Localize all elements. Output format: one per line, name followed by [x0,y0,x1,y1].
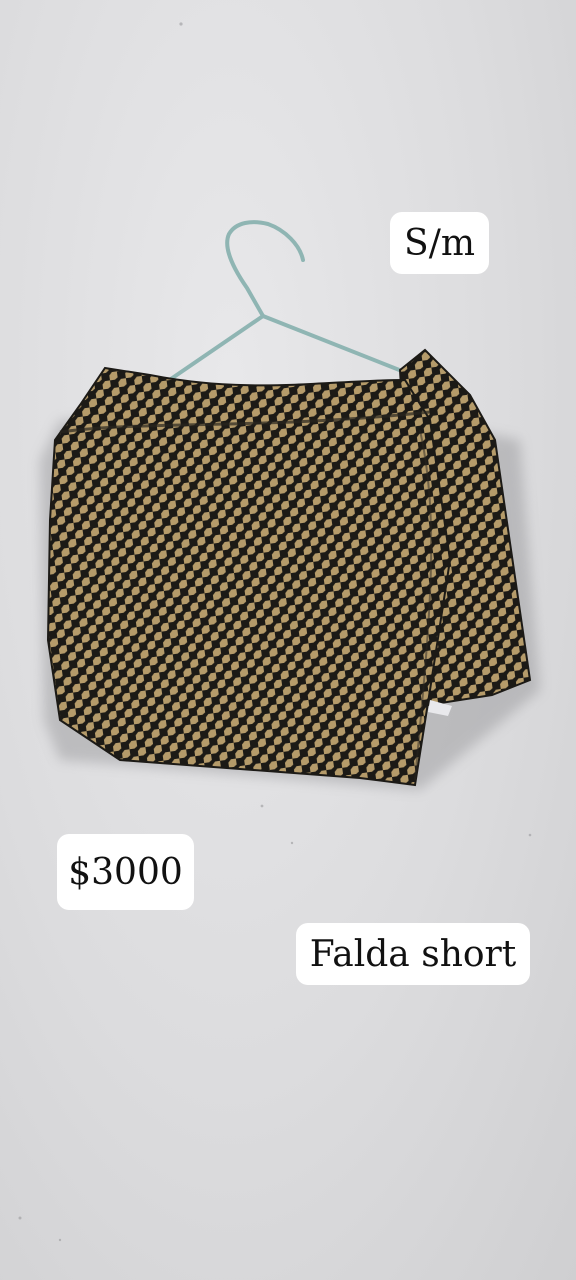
price-label: $3000 [57,834,194,910]
product-photo [18,22,540,1242]
hanger-icon [163,220,414,385]
size-label: S/m [390,212,489,274]
garment-front-panel [46,366,452,787]
item-name-label: Falda short [296,923,530,985]
